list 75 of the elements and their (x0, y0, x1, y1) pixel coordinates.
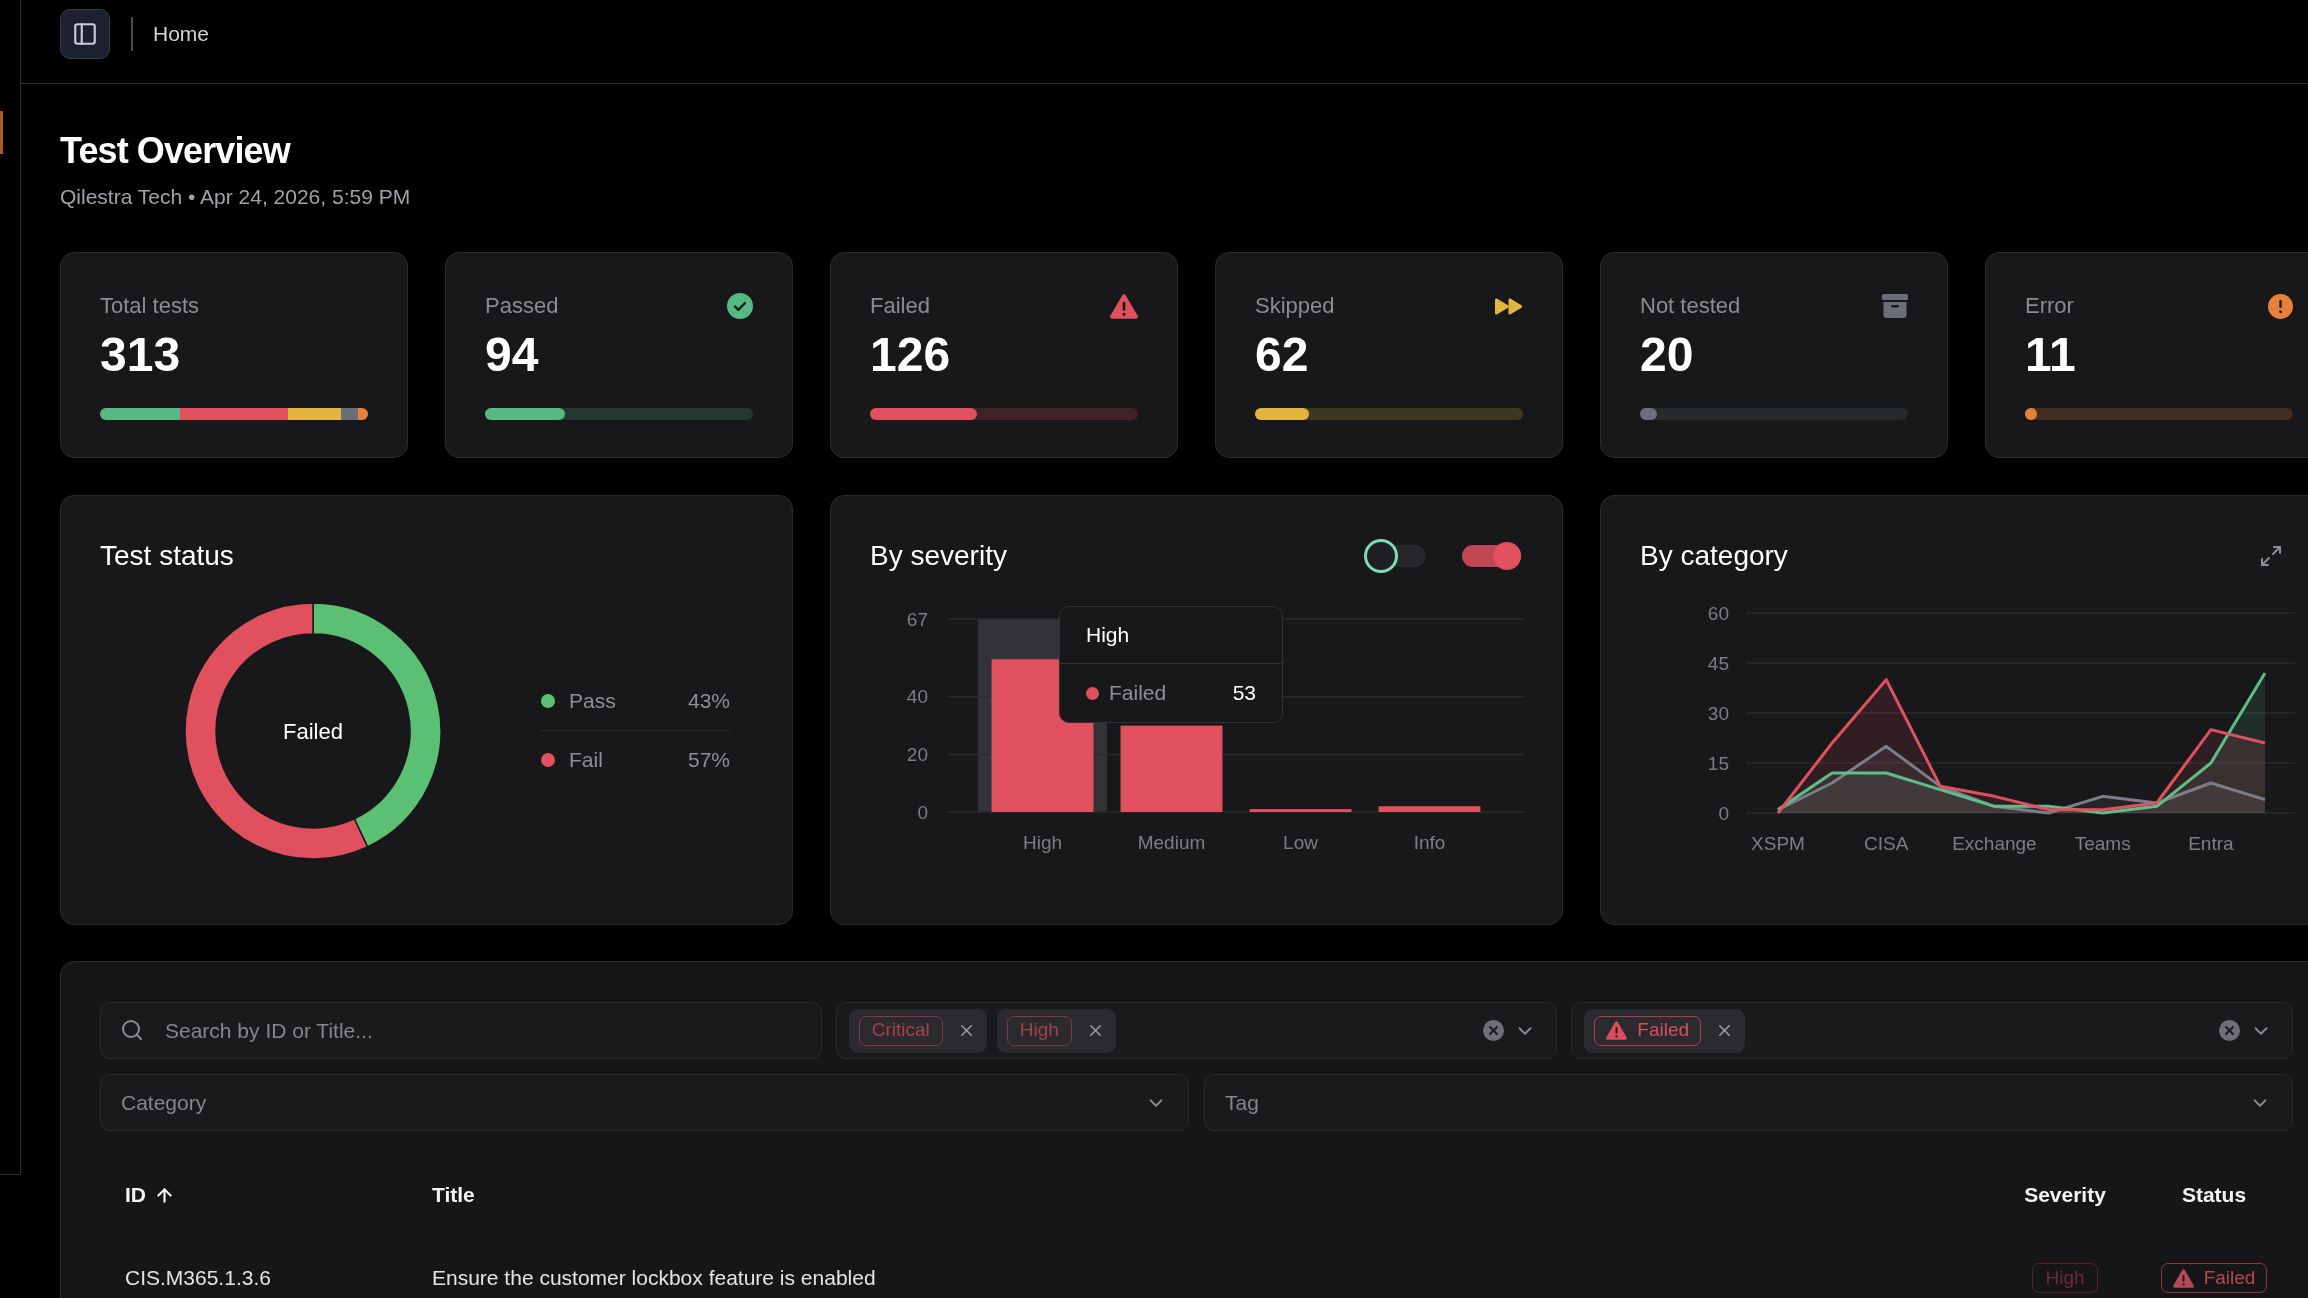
stat-value: 313 (100, 331, 181, 379)
stat-label: Total tests (100, 292, 200, 320)
severity-tag: Critical (858, 1015, 943, 1046)
axis-label: High (1022, 831, 1063, 853)
stat-value: 94 (485, 331, 539, 379)
axis-label: 20 (906, 743, 928, 765)
stat-label: Failed (870, 292, 930, 320)
warning-triangle-icon (2172, 1268, 2194, 1288)
clear-icon[interactable] (2219, 1020, 2240, 1041)
axis-label: 30 (1707, 702, 1729, 724)
axis-label: 40 (906, 686, 928, 708)
search-icon (120, 1018, 144, 1042)
axis-label: XSPM (1751, 832, 1805, 854)
exclamation-circle-icon (2268, 293, 2293, 319)
breadcrumb-item: Home (153, 21, 210, 48)
donut-center-label: Failed (283, 718, 343, 743)
page-subtitle: Qilestra Tech • Apr 24, 2026, 5:59 PM (60, 184, 411, 210)
column-header[interactable]: ID (125, 1179, 175, 1211)
fast-forward-icon (1495, 297, 1523, 315)
severity-tag: High (1006, 1015, 1072, 1046)
sidebar-icon (72, 21, 98, 47)
axis-label: 67 (906, 608, 928, 630)
stat-value: 11 (2025, 331, 2076, 379)
severity-tag: High (2032, 1263, 2098, 1293)
stat-label: Error (2025, 292, 2074, 320)
series-toggle[interactable] (1364, 539, 1426, 573)
tag-label: Failed (2203, 1265, 2256, 1290)
status-select[interactable]: Failed (1571, 1002, 2293, 1059)
axis-label: CISA (1864, 832, 1909, 854)
tag-label: Failed (1637, 1018, 1690, 1043)
column-header[interactable]: Title (432, 1179, 475, 1211)
table-cell-text: Ensure the customer lockbox feature is enabled (432, 1265, 876, 1292)
stat-label: Not tested (1640, 292, 1741, 320)
axis-label: 15 (1707, 752, 1729, 774)
page-title: Test Overview (60, 129, 290, 173)
expand-icon[interactable] (2259, 544, 2283, 568)
table-cell-text: CIS.M365.1.3.6 (125, 1265, 271, 1292)
category-select[interactable]: Category (100, 1074, 1189, 1131)
chart-title: By category (1640, 539, 1788, 573)
legend-label: Fail (569, 746, 603, 773)
axis-label: 60 (1707, 602, 1729, 624)
sidebar-toggle-button[interactable] (60, 9, 110, 59)
stat-label: Skipped (1255, 292, 1335, 320)
axis-label: Low (1283, 831, 1318, 853)
legend-label: Pass (569, 688, 616, 715)
tooltip-value: 53 (1232, 680, 1256, 707)
axis-label: Info (1413, 831, 1446, 853)
chart-title: Test status (100, 539, 234, 573)
warning-triangle-icon (1606, 1021, 1628, 1040)
warning-triangle-icon (1110, 293, 1138, 319)
legend-value: 43% (687, 688, 730, 715)
axis-label: Exchange (1952, 832, 2037, 854)
axis-label: 45 (1707, 652, 1729, 674)
axis-label: Entra (2188, 832, 2234, 854)
column-header[interactable]: Severity (2024, 1179, 2106, 1211)
column-header[interactable]: Status (2181, 1179, 2247, 1211)
sidebar-edge-marker (0, 111, 3, 154)
axis-label: Teams (2074, 832, 2131, 854)
stat-value: 20 (1640, 331, 1694, 379)
chart-title: By severity (870, 539, 1007, 573)
tag-select[interactable]: Tag (1204, 1074, 2293, 1131)
tooltip-label: Failed (1109, 680, 1167, 707)
stat-value: 62 (1255, 331, 1309, 379)
clear-icon[interactable] (1483, 1020, 1505, 1041)
toggle-knob[interactable] (1364, 539, 1398, 573)
axis-label: 0 (1718, 802, 1729, 824)
stat-label: Passed (485, 292, 559, 320)
search-field[interactable]: Search by ID or Title... (100, 1002, 822, 1059)
axis-label: 0 (917, 801, 928, 823)
archive-box-icon (1882, 294, 1908, 318)
tooltip-title: High (1086, 622, 1130, 649)
legend-value: 57% (687, 746, 730, 773)
stat-value: 126 (870, 331, 951, 379)
check-circle-icon (727, 293, 753, 319)
axis-label: Medium (1137, 831, 1206, 853)
